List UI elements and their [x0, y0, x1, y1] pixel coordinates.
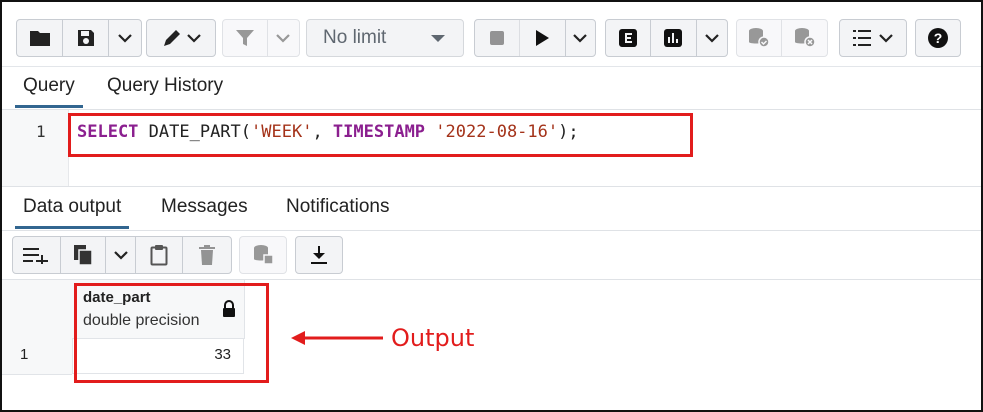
chevron-down-icon — [276, 34, 291, 43]
commit-button[interactable] — [737, 20, 783, 56]
rollback-button[interactable] — [782, 20, 827, 56]
delete-button[interactable] — [183, 237, 231, 273]
output-annotation: Output — [291, 324, 474, 352]
row-limit-select[interactable]: No limit — [306, 19, 464, 57]
file-button-group — [16, 19, 142, 57]
play-icon — [536, 30, 550, 46]
save-data-group — [239, 236, 287, 274]
row-edit-group — [12, 236, 232, 274]
line-number: 1 — [36, 122, 46, 141]
save-data-button[interactable] — [240, 237, 286, 273]
download-button[interactable] — [296, 237, 342, 273]
chevron-down-icon — [573, 34, 588, 43]
chevron-down-icon — [879, 34, 893, 43]
explain-button-group — [605, 19, 728, 57]
tab-query-history[interactable]: Query History — [107, 75, 223, 97]
query-highlight-box — [68, 113, 693, 157]
explain-icon — [619, 29, 638, 47]
arrow-left-icon — [291, 331, 383, 345]
execute-button[interactable] — [520, 20, 566, 56]
row-header-column: 1 — [2, 280, 73, 374]
output-highlight-box — [74, 283, 269, 383]
explain-analyze-button[interactable] — [651, 20, 697, 56]
folder-icon — [29, 31, 50, 46]
row-limit-value: No limit — [323, 27, 387, 48]
chevron-down-icon — [113, 251, 128, 260]
line-gutter: 1 — [2, 110, 69, 186]
transaction-button-group — [736, 19, 828, 57]
cancel-query-button[interactable] — [475, 20, 521, 56]
row-number[interactable]: 1 — [20, 346, 28, 363]
save-options-dropdown[interactable] — [109, 20, 141, 56]
copy-options-dropdown[interactable] — [106, 237, 136, 273]
download-icon — [311, 246, 327, 264]
macros-menu-button[interactable] — [840, 20, 906, 56]
edit-button-group — [146, 19, 216, 57]
svg-text:?: ? — [934, 30, 943, 46]
caret-down-icon — [431, 35, 445, 42]
chevron-down-icon — [704, 34, 719, 43]
explain-analyze-icon — [664, 29, 683, 47]
paste-button[interactable] — [136, 237, 184, 273]
delete-icon — [199, 245, 216, 265]
commit-icon — [749, 28, 770, 48]
filter-button[interactable] — [223, 20, 268, 56]
main-toolbar: No limit ? — [2, 2, 981, 67]
add-row-button[interactable] — [13, 237, 61, 273]
help-icon: ? — [928, 28, 948, 48]
macros-icon — [853, 30, 871, 46]
explain-options-dropdown[interactable] — [697, 20, 727, 56]
rollback-icon — [794, 28, 816, 48]
filter-button-group — [222, 19, 300, 57]
result-grid: 1 date_part double precision 33 — [2, 280, 981, 410]
chevron-down-icon — [118, 34, 132, 43]
chevron-down-icon — [187, 34, 201, 43]
copy-icon — [73, 245, 93, 266]
tab-data-output[interactable]: Data output — [14, 196, 130, 229]
sql-editor[interactable]: 1 SELECT DATE_PART('WEEK', TIMESTAMP '20… — [2, 110, 981, 187]
stop-icon — [490, 31, 505, 45]
save-icon — [77, 30, 94, 46]
explain-button[interactable] — [606, 20, 652, 56]
query-tabs: Query Query History — [2, 67, 981, 110]
tab-notifications[interactable]: Notifications — [286, 196, 390, 218]
copy-button[interactable] — [61, 237, 107, 273]
help-button-group: ? — [915, 19, 961, 57]
macros-button-group — [839, 19, 907, 57]
paste-icon — [150, 245, 168, 266]
row-divider — [2, 374, 72, 375]
execute-options-dropdown[interactable] — [566, 20, 596, 56]
filter-options-dropdown[interactable] — [268, 20, 299, 56]
open-file-button[interactable] — [17, 20, 63, 56]
save-file-button[interactable] — [63, 20, 109, 56]
add-row-icon — [23, 248, 49, 264]
edit-pen-icon — [164, 30, 180, 46]
output-toolbar — [2, 231, 981, 280]
output-tabs: Data output Messages Notifications — [2, 186, 981, 231]
save-data-icon — [254, 245, 274, 265]
pgadmin-query-tool: No limit ? Query Query History 1 SELECT … — [0, 0, 983, 412]
tab-query[interactable]: Query — [15, 75, 83, 108]
tab-messages[interactable]: Messages — [161, 196, 248, 218]
execute-button-group — [474, 19, 596, 57]
filter-icon — [235, 30, 254, 46]
help-button[interactable]: ? — [916, 20, 960, 56]
annotation-label: Output — [391, 324, 475, 352]
download-group — [295, 236, 343, 274]
edit-menu-button[interactable] — [147, 20, 215, 56]
